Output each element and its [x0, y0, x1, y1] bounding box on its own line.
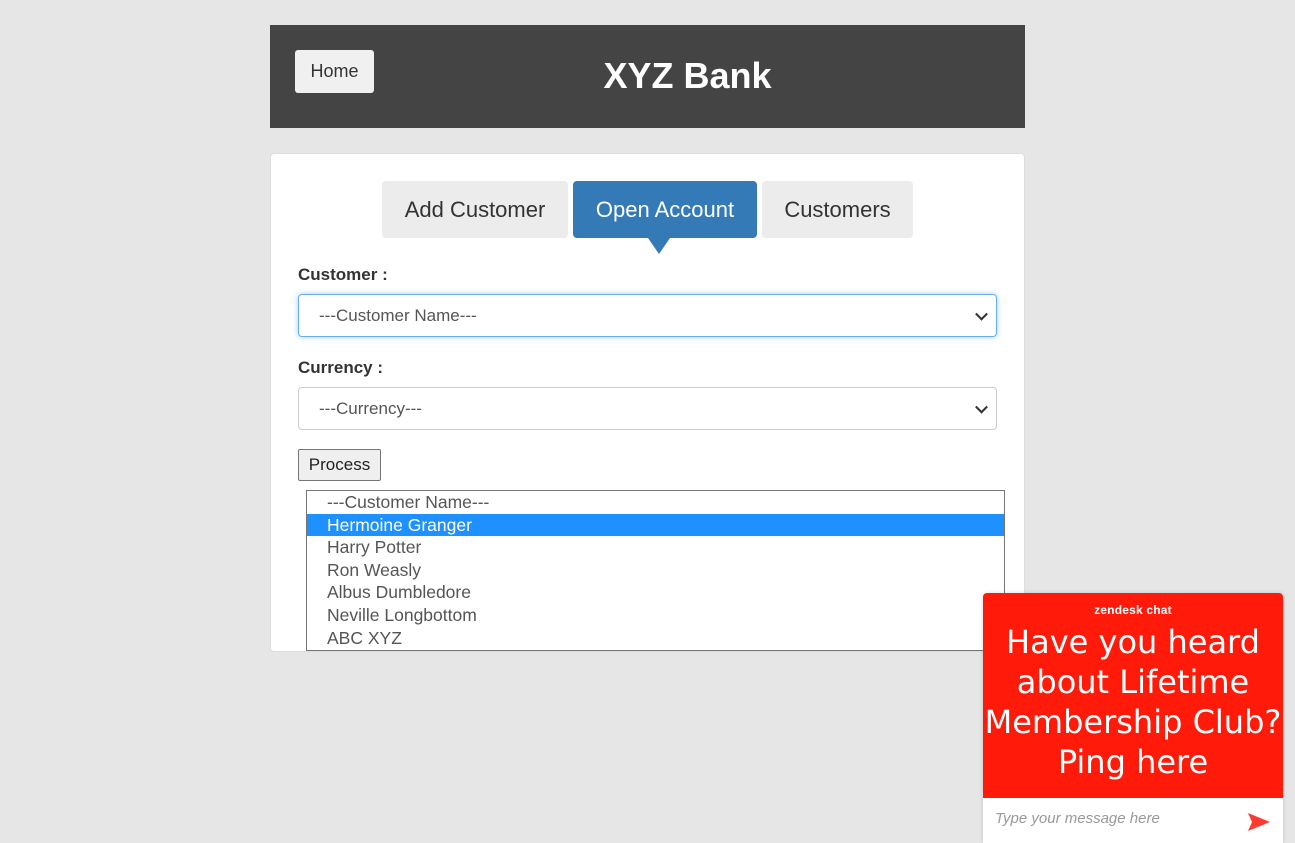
dropdown-option-highlighted[interactable]: Hermoine Granger [307, 513, 1004, 537]
chevron-down-icon [975, 307, 988, 321]
currency-select[interactable]: ---Currency--- [298, 387, 997, 430]
chat-headline: Have you heard about Lifetime Membership… [984, 623, 1282, 781]
dropdown-option[interactable]: ---Customer Name--- [307, 491, 1004, 514]
process-button[interactable]: Process [298, 449, 381, 481]
customer-select[interactable]: ---Customer Name--- [298, 294, 997, 337]
dropdown-option[interactable]: Albus Dumbledore [307, 581, 1004, 604]
dropdown-option[interactable]: Harry Potter [307, 536, 1004, 559]
chevron-down-icon [975, 400, 988, 414]
chat-banner[interactable]: zendesk chat Have you heard about Lifeti… [983, 593, 1283, 798]
customer-label: Customer : [298, 265, 388, 284]
dropdown-option[interactable]: ABC XYZ [307, 627, 1004, 650]
dropdown-option[interactable]: Neville Longbottom [307, 604, 1004, 627]
active-tab-pointer [648, 238, 670, 254]
customer-select-value: ---Customer Name--- [319, 305, 477, 325]
currency-label: Currency : [298, 358, 384, 377]
dropdown-option[interactable]: Ron Weasly [307, 559, 1004, 582]
currency-select-value: ---Currency--- [319, 398, 422, 418]
chat-widget[interactable]: zendesk chat Have you heard about Lifeti… [983, 593, 1283, 843]
chat-message-input[interactable]: Type your message here [995, 810, 1160, 827]
tab-add-customer[interactable]: Add Customer [382, 181, 568, 238]
customer-dropdown-list[interactable]: ---Customer Name--- Hermoine Granger Har… [306, 490, 1005, 651]
bank-title: XYZ Bank [603, 55, 772, 96]
send-arrow-icon[interactable] [1247, 812, 1271, 832]
tab-customers[interactable]: Customers [762, 181, 913, 238]
chat-input-bar: Type your message here [983, 798, 1283, 843]
chat-brand: zendesk chat [1094, 603, 1172, 617]
tab-open-account[interactable]: Open Account [573, 181, 757, 238]
app-header: Home XYZ Bank [270, 25, 1025, 128]
